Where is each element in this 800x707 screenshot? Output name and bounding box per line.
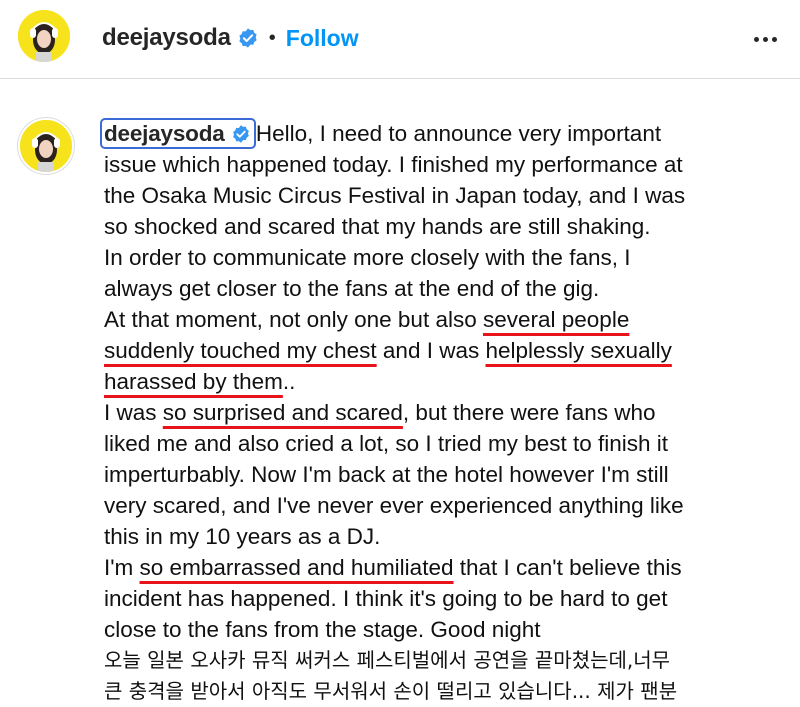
underlined-text: so embarrassed and humiliated [139,555,454,580]
caption-avatar[interactable] [18,118,74,174]
more-options-button[interactable] [750,24,780,54]
caption-line: so shocked and scared that my hands are … [104,211,794,242]
caption-text: Hello, I need to announce very important [255,121,662,146]
avatar-image [20,120,72,172]
caption-line: harassed by them.. [104,366,794,397]
verified-badge-icon [239,28,257,48]
caption-text: In order to communicate more closely wit… [104,245,631,270]
caption-line: close to the fans from the stage. Good n… [104,614,794,645]
ellipsis-icon [753,36,759,42]
caption-line: 큰 충격을 받아서 아직도 무서워서 손이 떨리고 있습니다... 제가 팬분 [104,676,794,707]
caption-text: always get closer to the fans at the end… [104,276,600,301]
caption-text: incident has happened. I think it's goin… [104,586,668,611]
verified-badge-icon [233,125,249,143]
caption-text: 큰 충격을 받아서 아직도 무서워서 손이 떨리고 있습니다... 제가 팬분 [104,679,678,703]
underlined-text: suddenly touched my chest [104,338,377,363]
avatar-image [18,10,70,62]
caption-text: that I can't believe this [453,555,682,580]
caption-line: issue which happened today. I finished m… [104,149,794,180]
caption-line: always get closer to the fans at the end… [104,273,794,304]
caption-text: I'm [104,555,140,580]
caption-line: incident has happened. I think it's goin… [104,583,794,614]
caption-line: this in my 10 years as a DJ. [104,521,794,552]
caption-line: imperturbably. Now I'm back at the hotel… [104,459,794,490]
caption-line: I'm so embarrassed and humiliated that I… [104,552,794,583]
caption-username: deejaysoda [104,121,225,146]
caption-line: At that moment, not only one but also se… [104,304,794,335]
caption-line: 오늘 일본 오사카 뮤직 써커스 페스티벌에서 공연을 끝마쳤는데,너무 [104,645,794,676]
underlined-text: helplessly sexually [485,338,672,363]
post-header: deejaysoda • Follow [0,0,800,79]
caption-text: , but there were fans who [402,400,656,425]
caption-text: liked me and also cried a lot, so I trie… [104,431,669,456]
caption-text: very scared, and I've never ever experie… [104,493,684,518]
caption-text: issue which happened today. I finished m… [104,152,683,177]
caption-username-link[interactable]: deejaysoda [100,118,256,149]
caption-text: .. [282,369,296,394]
caption-text: the Osaka Music Circus Festival in Japan… [104,183,686,208]
caption-text: 오늘 일본 오사카 뮤직 써커스 페스티벌에서 공연을 끝마쳤는데,너무 [104,648,671,672]
caption-line: liked me and also cried a lot, so I trie… [104,428,794,459]
caption-line: suddenly touched my chest and I was help… [104,335,794,366]
caption-line: the Osaka Music Circus Festival in Japan… [104,180,794,211]
caption-text: this in my 10 years as a DJ. [104,524,381,549]
post-username[interactable]: deejaysoda [102,24,231,52]
separator-dot: • [268,26,276,49]
follow-button[interactable]: Follow [286,25,359,52]
profile-avatar[interactable] [18,10,70,62]
post-caption: deejaysoda Hello, I need to announce ver… [100,118,794,707]
underlined-text: so surprised and scared [162,400,403,425]
caption-text: I was [104,400,163,425]
caption-text: At that moment, not only one but also [104,307,483,332]
caption-line: very scared, and I've never ever experie… [104,490,794,521]
caption-text: imperturbably. Now I'm back at the hotel… [104,462,669,487]
caption-text: so shocked and scared that my hands are … [104,214,651,239]
caption-line: In order to communicate more closely wit… [104,242,794,273]
caption-text: close to the fans from the stage. Good n… [104,617,541,642]
underlined-text: several people [482,307,630,332]
caption-line: deejaysoda Hello, I need to announce ver… [100,118,794,149]
underlined-text: harassed by them [104,369,283,394]
caption-text: and I was [376,338,486,363]
caption-line: I was so surprised and scared, but there… [104,397,794,428]
